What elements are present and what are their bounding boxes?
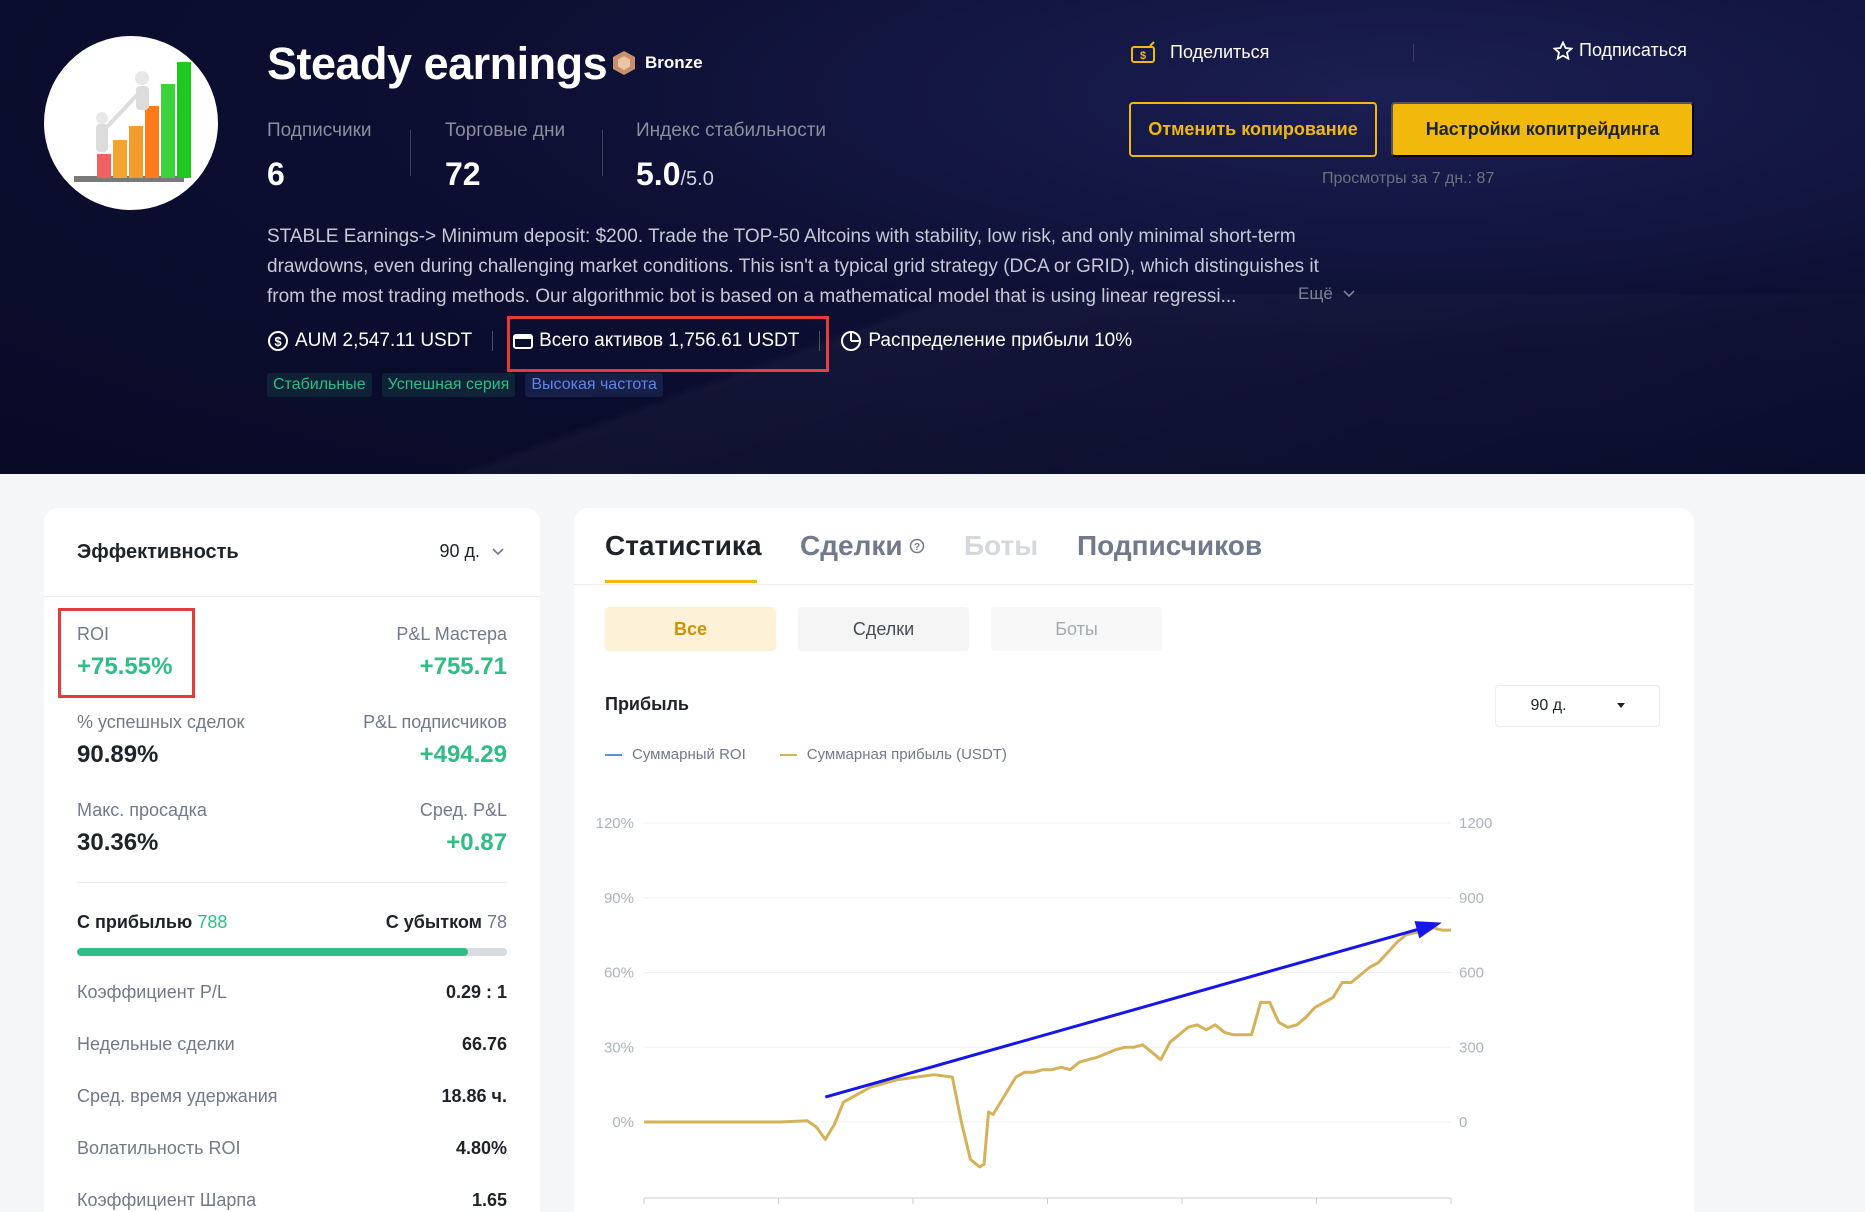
- profit-title: Прибыль: [605, 694, 689, 714]
- views-count: Просмотры за 7 дн.: 87: [1322, 170, 1495, 187]
- tab-statistics[interactable]: Статистика: [605, 530, 762, 562]
- pl-ratio-row: Коэффициент P/L 0.29 : 1: [77, 982, 507, 1002]
- stop-copy-button[interactable]: Отменить копирование: [1129, 102, 1377, 157]
- tab-subscribers[interactable]: Подписчиков: [1077, 530, 1262, 562]
- pie-chart-icon: [841, 331, 862, 351]
- y-left-tick: 0%: [612, 1114, 634, 1131]
- win-loss-bar: [77, 948, 507, 956]
- wins-count: С прибылью 788: [77, 912, 228, 932]
- statistics-card: Статистика Сделки ? Боты Подписчиков Все…: [574, 508, 1694, 1212]
- segment-all[interactable]: Все: [605, 607, 776, 651]
- highlight-roi: [58, 608, 195, 698]
- profit-share-metric: Распределение прибыли 10%: [840, 330, 1132, 352]
- profit-chart: 120%120090%90060%60030%3000%008/2509/090…: [596, 815, 1493, 1212]
- y-right-tick: 1200: [1459, 815, 1492, 832]
- share-button[interactable]: $ Поделиться: [1130, 40, 1269, 64]
- segment-bots[interactable]: Боты: [991, 607, 1162, 651]
- description: STABLE Earnings-> Minimum deposit: $200.…: [267, 226, 1319, 307]
- share-icon: $: [1131, 41, 1155, 63]
- y-right-tick: 0: [1459, 1114, 1467, 1131]
- dollar-icon: $: [268, 331, 288, 351]
- page-title: Steady earnings: [267, 38, 608, 89]
- level-badge: Bronze: [611, 50, 703, 76]
- y-right-tick: 600: [1459, 965, 1484, 982]
- max-drawdown-metric: Макс. просадка 30.36%: [77, 800, 207, 856]
- period-select[interactable]: 90 д.: [439, 541, 504, 562]
- chevron-down-icon: [1343, 290, 1355, 298]
- chart-legend: Суммарный ROI Суммарная прибыль (USDT): [605, 746, 1007, 763]
- avg-hold-time-row: Сред. время удержания 18.86 ч.: [77, 1086, 507, 1106]
- chart-period-select[interactable]: 90 д.: [1495, 685, 1660, 727]
- tag-winning-streak: Успешная серия: [381, 373, 516, 397]
- avg-pnl-metric: Сред. P&L +0.87: [419, 800, 507, 856]
- tab-bots[interactable]: Боты: [964, 530, 1038, 562]
- tag-high-frequency: Высокая частота: [525, 373, 663, 397]
- roi-volatility-row: Волатильность ROI 4.80%: [77, 1138, 507, 1158]
- aum-metric: $ AUM 2,547.11 USDT: [267, 330, 472, 352]
- help-icon: ?: [909, 538, 924, 554]
- subscribers-pnl-metric: P&L подписчиков +494.29: [363, 712, 507, 768]
- badge-label: Bronze: [645, 53, 703, 72]
- sharpe-row: Коэффициент Шарпа 1.65: [77, 1190, 507, 1210]
- master-pnl-metric: P&L Мастера +755.71: [396, 624, 507, 680]
- y-left-tick: 60%: [604, 965, 634, 982]
- svg-text:$: $: [274, 334, 282, 349]
- subscribe-button[interactable]: Подписаться: [1553, 40, 1687, 61]
- profile-header: Steady earnings Bronze Подписчики 6 Торг…: [0, 0, 1865, 474]
- stat-subscribers: Подписчики 6: [267, 120, 372, 192]
- star-icon: [1553, 40, 1573, 60]
- y-left-tick: 120%: [596, 815, 634, 832]
- y-left-tick: 90%: [604, 890, 634, 907]
- win-rate-metric: % успешных сделок 90.89%: [77, 712, 245, 768]
- weekly-trades-row: Недельные сделки 66.76: [77, 1034, 507, 1054]
- losses-count: С убытком 78: [385, 912, 507, 932]
- stat-stability-index: Индекс стабильности 5.0/5.0: [636, 120, 827, 192]
- performance-title: Эффективность: [77, 541, 239, 563]
- avatar: [44, 36, 218, 210]
- y-right-tick: 900: [1459, 890, 1484, 907]
- highlight-total-assets: [507, 316, 829, 372]
- performance-card: Эффективность 90 д. ROI +75.55% P&L Маст…: [44, 508, 540, 1212]
- svg-text:?: ?: [914, 542, 920, 553]
- trend-arrow: [824, 926, 1425, 1099]
- chevron-down-icon: [492, 547, 504, 555]
- legend-roi: Суммарный ROI: [605, 746, 746, 763]
- more-link[interactable]: Ещё: [1298, 284, 1355, 304]
- tag-stable: Стабильные: [267, 373, 372, 397]
- svg-text:$: $: [1140, 50, 1146, 62]
- tab-trades[interactable]: Сделки ?: [800, 530, 925, 562]
- stat-trading-days: Торговые дни 72: [445, 120, 566, 192]
- copy-settings-button[interactable]: Настройки копитрейдинга: [1391, 102, 1694, 157]
- metrics-row: $ AUM 2,547.11 USDT Всего активов 1,756.…: [267, 330, 1132, 352]
- y-left-tick: 30%: [604, 1039, 634, 1056]
- segment-trades[interactable]: Сделки: [798, 607, 969, 651]
- wallet-icon: [513, 334, 534, 349]
- medal-icon: [613, 51, 635, 75]
- legend-profit: Суммарная прибыль (USDT): [779, 746, 1007, 763]
- tags: Стабильные Успешная серия Высокая частот…: [267, 373, 663, 397]
- y-right-tick: 300: [1459, 1039, 1484, 1056]
- total-assets-metric: Всего активов 1,756.61 USDT: [513, 330, 799, 352]
- caret-down-icon: [1616, 703, 1625, 708]
- active-tab-indicator: [605, 580, 757, 583]
